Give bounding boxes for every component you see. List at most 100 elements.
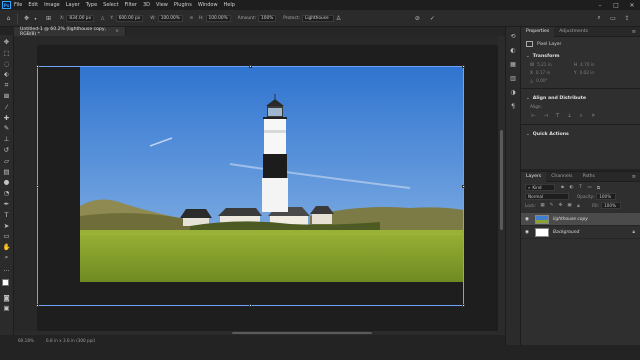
menu-filter[interactable]: Filter xyxy=(125,2,137,8)
workspace-icon[interactable]: ▭ xyxy=(608,13,618,23)
cancel-transform-icon[interactable]: ⊘ xyxy=(413,14,422,23)
healing-brush-icon[interactable]: ✚ xyxy=(2,113,12,123)
foreground-color[interactable] xyxy=(1,278,9,286)
zoom-level[interactable]: 60.18% xyxy=(18,338,40,343)
history-icon[interactable]: ⟲ xyxy=(508,31,518,41)
lock-pixels-icon[interactable]: ▦ xyxy=(539,202,546,209)
menu-image[interactable]: Image xyxy=(44,2,60,8)
reference-point-icon[interactable]: ⊞ xyxy=(44,14,53,23)
history-brush-icon[interactable]: ↺ xyxy=(2,145,12,155)
filter-smart-icon[interactable]: ⧉ xyxy=(595,184,602,191)
align-bottom-icon[interactable]: ⊧ xyxy=(590,112,597,119)
align-top-icon[interactable]: ⊥ xyxy=(566,112,573,119)
color-icon[interactable]: ◐ xyxy=(508,45,518,55)
vertical-scrollbar[interactable] xyxy=(498,36,505,335)
share-icon[interactable]: ⇪ xyxy=(622,13,632,23)
filter-type-icon[interactable]: T xyxy=(577,184,584,191)
filter-shape-icon[interactable]: ▭ xyxy=(586,184,593,191)
document-tab[interactable]: Untitled-1 @ 60.2% (lighthouse copy, RGB… xyxy=(14,27,126,37)
hand-icon[interactable]: ✋ xyxy=(2,242,12,252)
crop-icon[interactable]: ⌗ xyxy=(2,80,12,90)
menu-help[interactable]: Help xyxy=(224,2,235,8)
eyedropper-icon[interactable]: ⁄ xyxy=(2,102,12,112)
puppet-icon[interactable]: ♙ xyxy=(334,14,343,23)
libraries-icon[interactable]: ▥ xyxy=(508,73,518,83)
menu-window[interactable]: Window xyxy=(198,2,218,8)
handle-bottom-center[interactable] xyxy=(249,304,252,307)
commit-transform-icon[interactable]: ✓ xyxy=(428,14,437,23)
pen-icon[interactable]: ✒ xyxy=(2,199,12,209)
link-icon[interactable]: ∞ xyxy=(187,14,196,23)
marquee-icon[interactable]: ⬚ xyxy=(2,48,12,58)
zoom-icon[interactable]: ⌕ xyxy=(2,253,12,263)
transform-y[interactable]: 0.02 in xyxy=(580,70,594,75)
tab-properties[interactable]: Properties xyxy=(521,26,555,37)
transform-section-header[interactable]: ⌄ Transform xyxy=(521,47,640,59)
menu-type[interactable]: Type xyxy=(86,2,97,8)
lock-paint-icon[interactable]: ✎ xyxy=(548,202,555,209)
vertical-scroll-thumb[interactable] xyxy=(500,130,503,230)
interpolation-field[interactable]: 100% xyxy=(258,14,277,22)
handle-middle-left[interactable] xyxy=(36,185,39,188)
frame-icon[interactable]: ⊠ xyxy=(2,91,12,101)
handle-top-right[interactable] xyxy=(462,65,465,68)
screen-mode-icon[interactable]: ▣ xyxy=(2,303,12,313)
visibility-eye-icon[interactable]: ◉ xyxy=(525,217,533,222)
dodge-icon[interactable]: ◔ xyxy=(2,188,12,198)
menu-3d[interactable]: 3D xyxy=(143,2,150,8)
move-tool-icon[interactable]: ✥ xyxy=(22,14,31,23)
handle-top-left[interactable] xyxy=(36,65,39,68)
handle-bottom-left[interactable] xyxy=(36,304,39,307)
quick-mask-icon[interactable]: ◙ xyxy=(2,293,12,303)
menu-edit[interactable]: Edit xyxy=(28,2,38,8)
layer-filter-select[interactable]: ⌕ Kind xyxy=(525,184,555,191)
rectangle-icon[interactable]: ▭ xyxy=(2,231,12,241)
fill-field[interactable]: 100% xyxy=(600,202,621,209)
maximize-icon[interactable]: □ xyxy=(608,0,624,10)
menu-layer[interactable]: Layer xyxy=(66,2,80,8)
align-left-icon[interactable]: ⊢ xyxy=(530,112,537,119)
handle-top-center[interactable] xyxy=(249,65,252,68)
panel-menu-icon[interactable]: ≡ xyxy=(632,29,636,35)
type-icon[interactable]: T xyxy=(2,210,12,220)
layer-row-lighthouse-copy[interactable]: ◉ lighthouse copy xyxy=(521,213,640,226)
lock-artboard-icon[interactable]: ▣ xyxy=(566,202,573,209)
transform-bounding-box[interactable] xyxy=(36,65,465,307)
menu-select[interactable]: Select xyxy=(103,2,118,8)
search-icon[interactable]: ⌕ xyxy=(594,13,604,23)
quick-actions-header[interactable]: ⌄ Quick Actions xyxy=(521,125,640,137)
color-swatches[interactable] xyxy=(1,278,13,290)
chevron-down-icon[interactable]: ▾ xyxy=(31,14,40,23)
lock-move-icon[interactable]: ✥ xyxy=(557,202,564,209)
move-icon[interactable]: ✥ xyxy=(2,37,12,47)
close-tab-icon[interactable]: × xyxy=(115,29,119,34)
transform-h[interactable]: 4.70 in xyxy=(580,62,594,67)
menu-file[interactable]: File xyxy=(14,2,22,8)
horizontal-scroll-thumb[interactable] xyxy=(232,332,372,334)
align-hcenter-icon[interactable]: ⊣ xyxy=(542,112,549,119)
align-vcenter-icon[interactable]: ⊦ xyxy=(578,112,585,119)
w-field[interactable]: 100.00% xyxy=(157,14,183,22)
swatches-icon[interactable]: ▦ xyxy=(508,59,518,69)
visibility-eye-icon[interactable]: ◉ xyxy=(525,230,533,235)
protect-select[interactable]: Lighthouse xyxy=(301,14,334,22)
layer-name[interactable]: lighthouse copy xyxy=(553,217,588,222)
blend-mode-select[interactable]: Normal xyxy=(525,193,569,200)
close-icon[interactable]: ✕ xyxy=(624,0,640,10)
lasso-icon[interactable]: ◌ xyxy=(2,59,12,69)
h-field[interactable]: 100.00% xyxy=(205,14,231,22)
object-select-icon[interactable]: ⬖ xyxy=(2,69,12,79)
lock-all-icon[interactable]: 🔒︎ xyxy=(575,202,582,209)
panel-menu-icon[interactable]: ≡ xyxy=(632,174,636,180)
filter-pixel-icon[interactable]: ▪ xyxy=(559,184,566,191)
home-icon[interactable]: ⌂ xyxy=(4,14,13,23)
paragraph-icon[interactable]: ¶ xyxy=(508,101,518,111)
gradient-icon[interactable]: ▤ xyxy=(2,167,12,177)
opacity-field[interactable]: 100% xyxy=(596,193,617,200)
transform-x[interactable]: 0.17 in xyxy=(536,70,550,75)
more-tools-icon[interactable]: … xyxy=(2,264,12,274)
align-right-icon[interactable]: ⊤ xyxy=(554,112,561,119)
handle-bottom-right[interactable] xyxy=(462,304,465,307)
document-info[interactable]: 6.8 in x 3.6 in (300 ppi) xyxy=(46,338,95,343)
x-field[interactable]: 834.00 px xyxy=(66,14,95,22)
